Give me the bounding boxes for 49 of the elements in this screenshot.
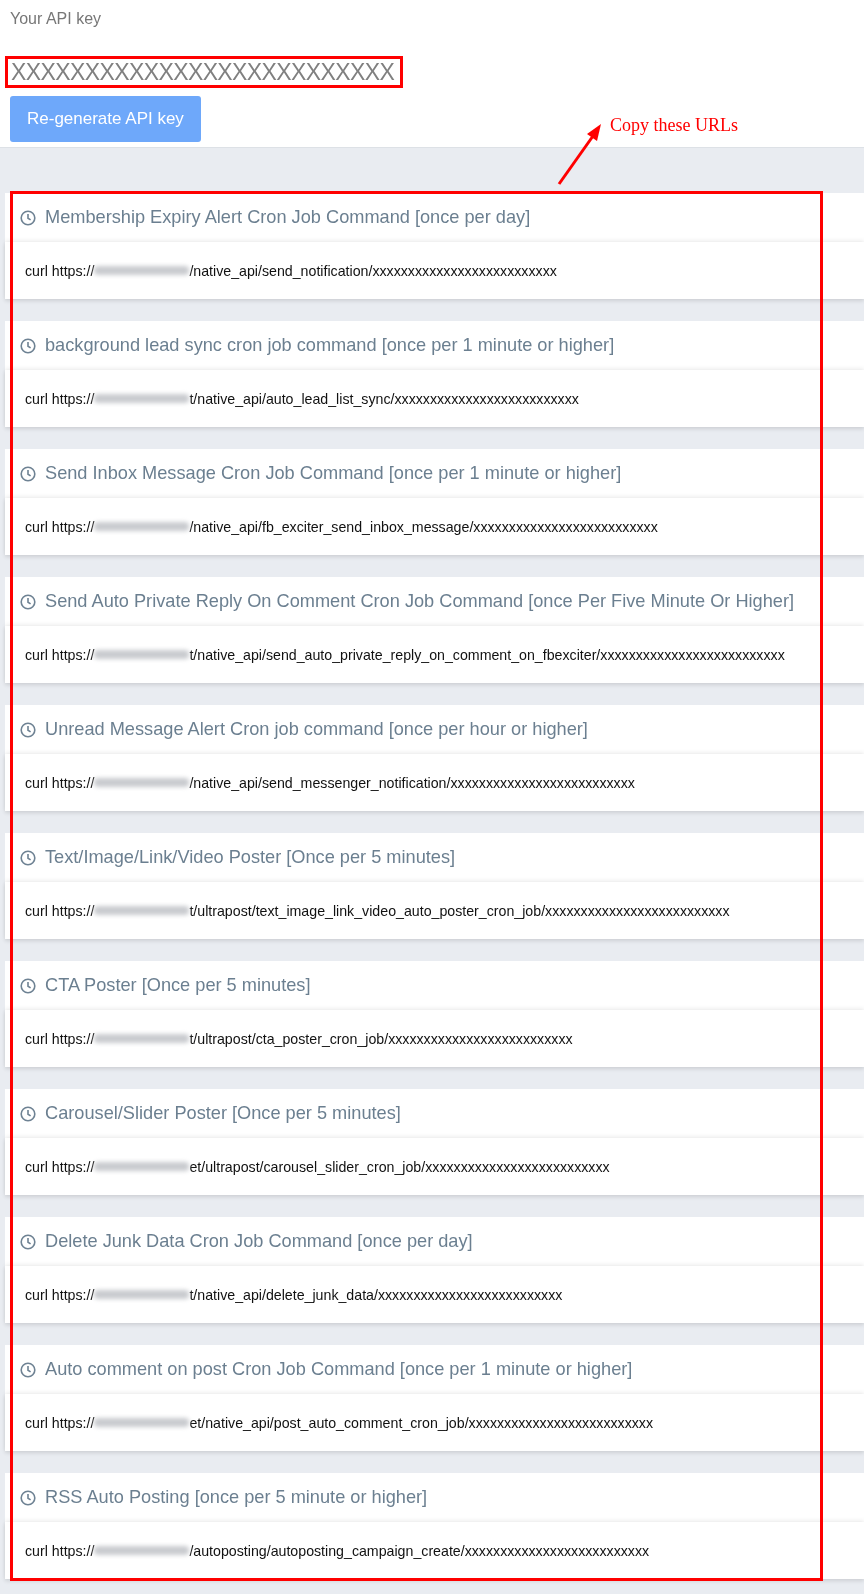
clock-icon	[20, 1233, 36, 1250]
card-title: Carousel/Slider Poster [Once per 5 minutes]	[45, 1103, 401, 1124]
clock-icon	[20, 465, 36, 482]
command-url: t/native_api/send_auto_private_reply_on_comment_on_fbexciter/xxxxxxxxxxxxxxxxxxxxxxxxxx	[189, 646, 785, 663]
card-title: Delete Junk Data Cron Job Command [once per day]	[45, 1231, 473, 1252]
field-label: Your API key	[10, 10, 103, 29]
card-title: background lead sync cron job command [once per 1 minute or higher]	[45, 335, 615, 356]
command-url: t/ultrapost/cta_poster_cron_job/xxxxxxxxxxxxxxxxxxxxxxxxxx	[189, 1030, 573, 1047]
command-url: /native_api/send_messenger_notification/xxxxxxxxxxxxxxxxxxxxxxxxxx	[189, 774, 635, 791]
command-url: /native_api/fb_exciter_send_inbox_message/xxxxxxxxxxxxxxxxxxxxxxxxxx	[189, 518, 658, 535]
command-prefix: curl https://	[25, 1414, 95, 1431]
command-url: t/native_api/delete_junk_data/xxxxxxxxxxxxxxxxxxxxxxxxxx	[189, 1286, 563, 1303]
command-url: et/native_api/post_auto_comment_cron_job/xxxxxxxxxxxxxxxxxxxxxxxxxx	[189, 1414, 654, 1431]
api-key-field[interactable]: XXXXXXXXXXXXXXXXXXXXXXXXXX	[5, 56, 404, 88]
clock-icon	[20, 1489, 36, 1506]
card-title: Auto comment on post Cron Job Command [once per 1 minute or higher]	[45, 1359, 633, 1380]
command-prefix: curl https://	[25, 774, 95, 791]
clock-icon	[20, 209, 36, 226]
command-prefix: curl https://	[25, 518, 95, 535]
clock-icon	[20, 721, 36, 738]
regenerate-button[interactable]: Re-generate API key	[10, 96, 201, 142]
command-url: /native_api/send_notification/xxxxxxxxxxxxxxxxxxxxxxxxxx	[189, 262, 557, 279]
card-title: Membership Expiry Alert Cron Job Command [once per day]	[45, 207, 531, 228]
command-prefix: curl https://	[25, 646, 95, 663]
clock-icon	[20, 593, 36, 610]
command-prefix: curl https://	[25, 1158, 95, 1175]
clock-icon	[20, 849, 36, 866]
annotation-text: Copy these URLs	[610, 115, 738, 136]
command-prefix: curl https://	[25, 1542, 95, 1559]
command-url: et/ultrapost/carousel_slider_cron_job/xxxxxxxxxxxxxxxxxxxxxxxxxx	[189, 1158, 610, 1175]
command-prefix: curl https://	[25, 902, 95, 919]
card-title: Unread Message Alert Cron job command [once per hour or higher]	[45, 719, 588, 740]
clock-icon	[20, 1105, 36, 1122]
card-title: Send Inbox Message Cron Job Command [once per 1 minute or higher]	[45, 463, 622, 484]
clock-icon	[20, 977, 36, 994]
card-title: Send Auto Private Reply On Comment Cron Job Command [once Per Five Minute Or Higher]	[45, 591, 795, 612]
command-url: /autoposting/autoposting_campaign_create/xxxxxxxxxxxxxxxxxxxxxxxxxx	[189, 1542, 650, 1559]
command-prefix: curl https://	[25, 1286, 95, 1303]
command-prefix: curl https://	[25, 390, 95, 407]
annotation-arrow	[557, 124, 601, 185]
card-title: CTA Poster [Once per 5 minutes]	[45, 975, 311, 996]
card-title: RSS Auto Posting [once per 5 minute or higher]	[45, 1487, 428, 1508]
command-prefix: curl https://	[25, 262, 95, 279]
card-title: Text/Image/Link/Video Poster [Once per 5 minutes]	[45, 847, 456, 868]
command-url: t/native_api/auto_lead_list_sync/xxxxxxxxxxxxxxxxxxxxxxxxxx	[189, 390, 579, 407]
command-url: t/ultrapost/text_image_link_video_auto_poster_cron_job/xxxxxxxxxxxxxxxxxxxxxxxxxx	[189, 902, 730, 919]
command-prefix: curl https://	[25, 1030, 95, 1047]
clock-icon	[20, 337, 36, 354]
clock-icon	[20, 1361, 36, 1378]
